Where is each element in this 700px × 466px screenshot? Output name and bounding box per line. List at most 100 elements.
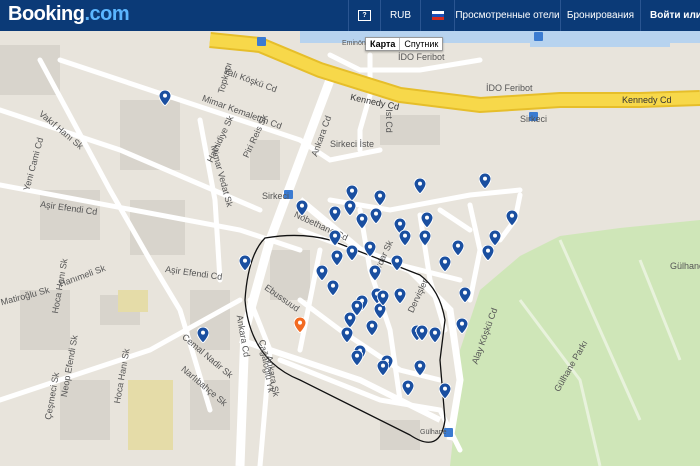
hotel-marker[interactable] (402, 380, 414, 396)
bookings-link[interactable]: Бронирования (560, 0, 640, 31)
map-pin-icon (459, 287, 471, 303)
street-label: İDO Feribot (398, 52, 445, 62)
map-pin-icon (399, 230, 411, 246)
ferry-icon (534, 32, 543, 41)
map-pin-icon (414, 178, 426, 194)
russian-flag-icon (431, 11, 444, 20)
hotel-marker[interactable] (346, 185, 358, 201)
hotel-marker[interactable] (351, 350, 363, 366)
hotel-marker[interactable] (316, 265, 328, 281)
map-pin-icon (331, 250, 343, 266)
map-type-control: Карта Спутник (365, 37, 444, 51)
help-icon: ? (358, 10, 371, 21)
map-pin-icon (344, 312, 356, 328)
hotel-marker[interactable] (366, 320, 378, 336)
hotel-marker[interactable] (459, 287, 471, 303)
map-pin-icon (479, 173, 491, 189)
hotel-marker[interactable] (489, 230, 501, 246)
login-link[interactable]: Войти или со (640, 0, 700, 31)
hotel-marker[interactable] (439, 383, 451, 399)
map-pin-icon (419, 230, 431, 246)
hotel-marker[interactable] (416, 325, 428, 341)
hotel-marker[interactable] (159, 90, 171, 106)
hotel-marker[interactable] (327, 280, 339, 296)
map-pin-icon (414, 360, 426, 376)
hotel-marker[interactable] (374, 190, 386, 206)
map-pin-icon (489, 230, 501, 246)
hotel-marker[interactable] (419, 230, 431, 246)
map-pin-icon (482, 245, 494, 261)
hotel-marker[interactable] (239, 255, 251, 271)
map-pin-icon (327, 280, 339, 296)
water-area-2 (530, 31, 670, 47)
hotel-marker[interactable] (344, 200, 356, 216)
hotel-marker[interactable] (439, 256, 451, 272)
map-pin-icon (402, 380, 414, 396)
hotel-marker[interactable] (399, 230, 411, 246)
booking-logo[interactable]: Booking.com (8, 3, 130, 26)
map-pin-icon (346, 185, 358, 201)
hotel-marker[interactable] (394, 288, 406, 304)
hotel-marker[interactable] (344, 312, 356, 328)
hotel-marker[interactable] (369, 265, 381, 281)
map-pin-icon (346, 245, 358, 261)
map-pin-icon (356, 213, 368, 229)
place-label: Eminön (342, 40, 366, 47)
hotel-marker[interactable] (341, 327, 353, 343)
hotel-marker[interactable] (364, 241, 376, 257)
map-pin-icon (329, 206, 341, 222)
map-type-satellite-button[interactable]: Спутник (400, 38, 442, 50)
hotel-marker[interactable] (506, 210, 518, 226)
map-pin-icon (370, 208, 382, 224)
hotel-marker[interactable] (482, 245, 494, 261)
selected-hotel-marker[interactable] (294, 317, 306, 333)
map-pin-icon (377, 360, 389, 376)
hotel-marker[interactable] (346, 245, 358, 261)
hotel-marker[interactable] (414, 178, 426, 194)
map-pin-icon (316, 265, 328, 281)
hotel-marker[interactable] (331, 250, 343, 266)
map-pin-icon (439, 256, 451, 272)
hotel-marker[interactable] (456, 318, 468, 334)
hotel-marker[interactable] (414, 360, 426, 376)
place-label: Gülhane (420, 429, 447, 436)
viewed-hotels-link[interactable]: Просмотренные отели (454, 0, 560, 31)
hotel-marker[interactable] (377, 290, 389, 306)
map-pin-icon (197, 327, 209, 343)
place-label: Gülhane (670, 261, 700, 271)
map-pin-icon (374, 190, 386, 206)
map-pin-icon (377, 290, 389, 306)
map-pin-icon (159, 90, 171, 106)
hotel-marker[interactable] (452, 240, 464, 256)
hotel-marker[interactable] (429, 327, 441, 343)
hotel-marker[interactable] (479, 173, 491, 189)
hotel-marker[interactable] (329, 206, 341, 222)
map-pin-icon (456, 318, 468, 334)
map-pin-icon (369, 265, 381, 281)
hotel-marker[interactable] (377, 360, 389, 376)
help-button[interactable]: ? (348, 0, 380, 31)
map-type-map-button[interactable]: Карта (366, 38, 401, 50)
map-view[interactable]: Карта Спутник Kennedy Cd Kennedy Cd İDO … (0, 31, 700, 466)
currency-button[interactable]: RUB (380, 0, 420, 31)
map-pin-icon (429, 327, 441, 343)
selected-pin-icon (294, 317, 306, 333)
place-label: Sirkeci (262, 191, 290, 201)
hotel-marker[interactable] (296, 200, 308, 216)
hotel-marker[interactable] (370, 208, 382, 224)
map-pin-icon (329, 230, 341, 246)
map-pin-icon (421, 212, 433, 228)
map-pin-icon (391, 255, 403, 271)
place-label: Sirkeci (520, 114, 548, 124)
hotel-marker[interactable] (356, 213, 368, 229)
top-navigation-bar: Booking.com ? RUB Просмотренные отели Бр… (0, 0, 700, 31)
hotel-marker[interactable] (391, 255, 403, 271)
hotel-marker[interactable] (197, 327, 209, 343)
map-pin-icon (416, 325, 428, 341)
language-button[interactable] (420, 0, 454, 31)
street-label: İDO Feribot (486, 83, 533, 93)
map-pin-icon (506, 210, 518, 226)
hotel-marker[interactable] (421, 212, 433, 228)
hotel-marker[interactable] (329, 230, 341, 246)
map-pin-icon (296, 200, 308, 216)
